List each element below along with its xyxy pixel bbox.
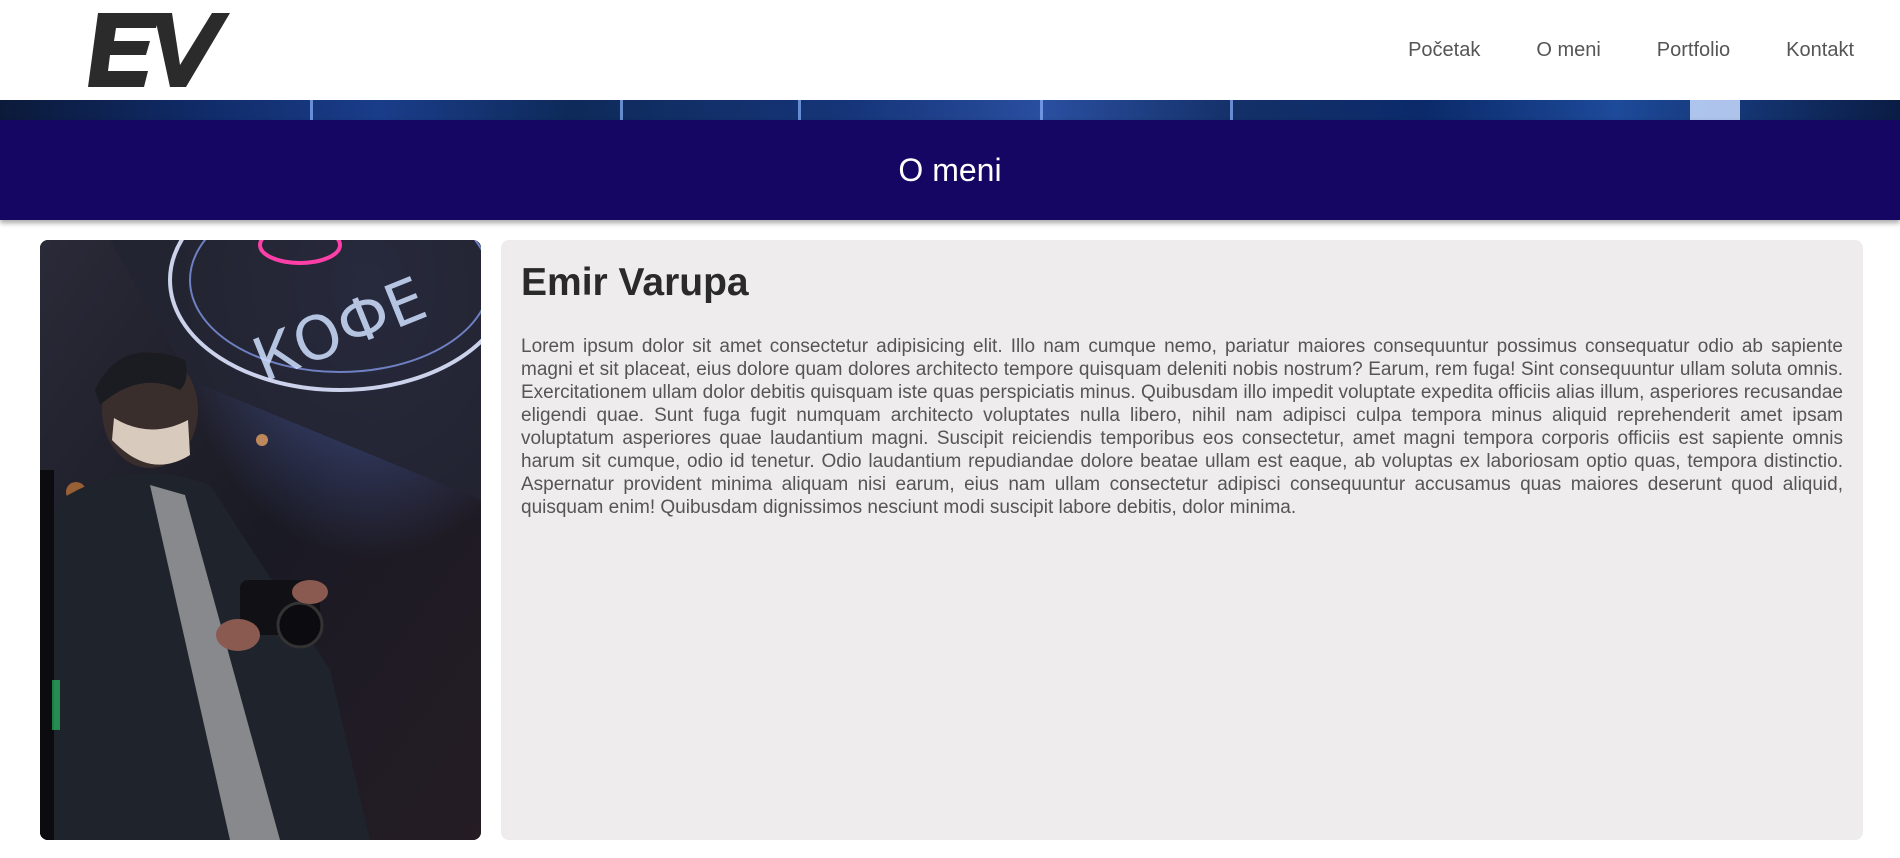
nav-item-kontakt[interactable]: Kontakt: [1786, 39, 1854, 62]
main-nav: Početak O meni Portfolio Kontakt: [1352, 0, 1854, 100]
hero-background-strip: [0, 100, 1900, 120]
bio-name: Emir Varupa: [521, 261, 749, 304]
bio-card: Emir Varupa Lorem ipsum dolor sit amet c…: [501, 240, 1863, 840]
profile-photo: КОФЕ: [40, 240, 481, 840]
page-title: O meni: [898, 151, 1002, 188]
nav-item-o-meni[interactable]: O meni: [1536, 39, 1600, 62]
ev-logo: EV: [88, 13, 230, 87]
page-title-band: O meni: [0, 120, 1900, 220]
nav-item-pocetak[interactable]: Početak: [1408, 39, 1480, 62]
bio-text: Lorem ipsum dolor sit amet consectetur a…: [521, 335, 1843, 518]
nav-item-portfolio[interactable]: Portfolio: [1657, 39, 1730, 62]
site-header: EV Početak O meni Portfolio Kontakt: [0, 0, 1900, 100]
